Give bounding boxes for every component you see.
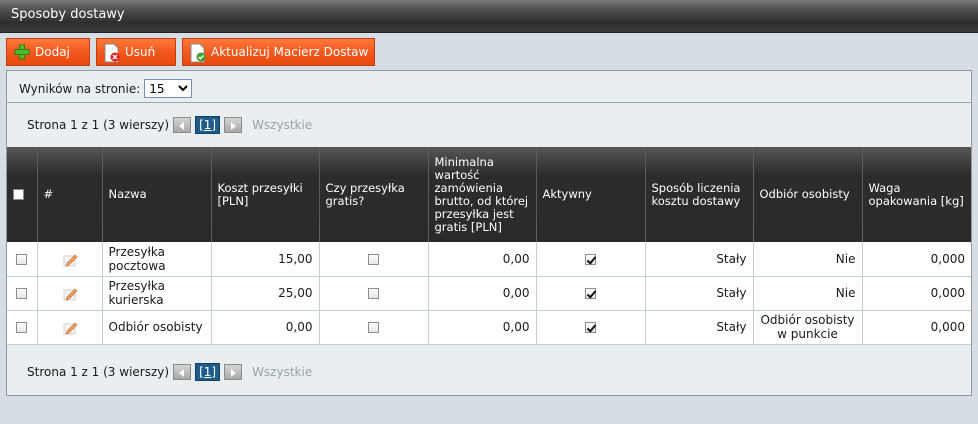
row-select-checkbox[interactable]: [16, 288, 28, 299]
grid-panel: Wyników na stronie: 15 Strona 1 z 1 (3 w…: [6, 70, 972, 396]
col-index: #: [36, 147, 102, 242]
table-row: Odbiór osobisty 0,00 0,00 Stały Odbiór o…: [7, 310, 971, 345]
row-active-checkbox[interactable]: [585, 322, 596, 333]
row-cost: 25,00: [210, 276, 319, 311]
next-page-button[interactable]: [224, 364, 243, 380]
delete-doc-icon: [103, 43, 121, 63]
pager-summary: Strona 1 z 1 (3 wierszy): [27, 365, 170, 379]
row-pickup: Nie: [752, 242, 862, 277]
col-name[interactable]: Nazwa: [101, 147, 211, 242]
row-cost: 15,00: [210, 242, 319, 277]
col-active[interactable]: Aktywny: [535, 147, 645, 242]
row-free-checkbox[interactable]: [368, 288, 379, 299]
page-link-1[interactable]: [1]: [195, 363, 221, 381]
add-button[interactable]: Dodaj: [6, 38, 90, 66]
next-page-button[interactable]: [224, 117, 243, 133]
row-weight: 0,000: [861, 276, 971, 311]
select-all-header: [7, 147, 37, 242]
row-calc-method: Stały: [644, 276, 753, 311]
pager-summary: Strona 1 z 1 (3 wierszy): [27, 118, 170, 132]
pencil-icon[interactable]: [61, 250, 79, 268]
row-name: Przesyłka kurierska: [101, 276, 211, 311]
divider: [7, 102, 971, 103]
pencil-icon[interactable]: [61, 284, 79, 302]
table-header-row: # Nazwa Koszt przesyłki [PLN] Czy przesy…: [7, 147, 971, 242]
show-all-link[interactable]: Wszystkie: [252, 365, 312, 379]
update-matrix-button[interactable]: Aktualizuj Macierz Dostaw: [182, 38, 375, 66]
col-cost[interactable]: Koszt przesyłki [PLN]: [210, 147, 319, 242]
row-active-checkbox[interactable]: [585, 253, 596, 265]
row-free-checkbox[interactable]: [368, 322, 379, 333]
col-pickup[interactable]: Odbiór osobisty: [752, 147, 862, 242]
row-min-value: 0,00: [427, 276, 536, 311]
add-label: Dodaj: [35, 45, 70, 59]
row-name: Odbiór osobisty: [101, 310, 211, 345]
refresh-doc-icon: [189, 43, 207, 63]
row-calc-method: Stały: [644, 310, 753, 345]
results-per-page: Wyników na stronie: 15: [19, 79, 193, 98]
update-matrix-label: Aktualizuj Macierz Dostaw: [211, 45, 369, 59]
row-free-checkbox[interactable]: [368, 253, 379, 265]
col-weight[interactable]: Waga opakowania [kg]: [861, 147, 971, 242]
row-cost: 0,00: [210, 310, 319, 345]
delivery-methods-table: # Nazwa Koszt przesyłki [PLN] Czy przesy…: [7, 147, 971, 345]
col-min-value[interactable]: Minimalna wartość zamówienia brutto, od …: [427, 147, 536, 242]
delete-button[interactable]: Usuń: [96, 38, 176, 66]
prev-page-button[interactable]: [173, 364, 192, 380]
pencil-icon[interactable]: [61, 318, 79, 336]
show-all-link[interactable]: Wszystkie: [252, 118, 312, 132]
row-pickup: Nie: [752, 276, 862, 311]
col-free[interactable]: Czy przesyłka gratis?: [318, 147, 428, 242]
window-title: Sposoby dostawy: [11, 7, 125, 22]
table-row: Przesyłka kurierska 25,00 0,00 Stały Nie…: [7, 276, 971, 311]
row-select-checkbox[interactable]: [16, 253, 28, 265]
table-row: Przesyłka pocztowa 15,00 0,00 Stały Nie …: [7, 242, 971, 277]
window-titlebar: Sposoby dostawy: [0, 0, 978, 33]
prev-page-button[interactable]: [173, 117, 192, 133]
row-weight: 0,000: [861, 310, 971, 345]
results-per-page-label: Wyników na stronie:: [19, 81, 141, 96]
row-pickup: Odbiór osobisty w punkcie: [752, 310, 862, 345]
select-all-checkbox[interactable]: [13, 189, 24, 200]
pager-bottom: Strona 1 z 1 (3 wierszy) [1] Wszystkie: [27, 363, 312, 381]
row-active-checkbox[interactable]: [585, 288, 596, 299]
row-calc-method: Stały: [644, 242, 753, 277]
row-min-value: 0,00: [427, 242, 536, 277]
col-calc-method[interactable]: Sposób liczenia kosztu dostawy: [644, 147, 753, 242]
delete-label: Usuń: [125, 45, 156, 59]
row-weight: 0,000: [861, 242, 971, 277]
pager-top: Strona 1 z 1 (3 wierszy) [1] Wszystkie: [27, 116, 312, 134]
page-link-1[interactable]: [1]: [195, 116, 221, 134]
results-per-page-select[interactable]: 15: [144, 79, 193, 98]
row-select-checkbox[interactable]: [16, 322, 28, 333]
plus-icon: [13, 43, 31, 61]
row-min-value: 0,00: [427, 310, 536, 345]
row-name: Przesyłka pocztowa: [101, 242, 211, 277]
